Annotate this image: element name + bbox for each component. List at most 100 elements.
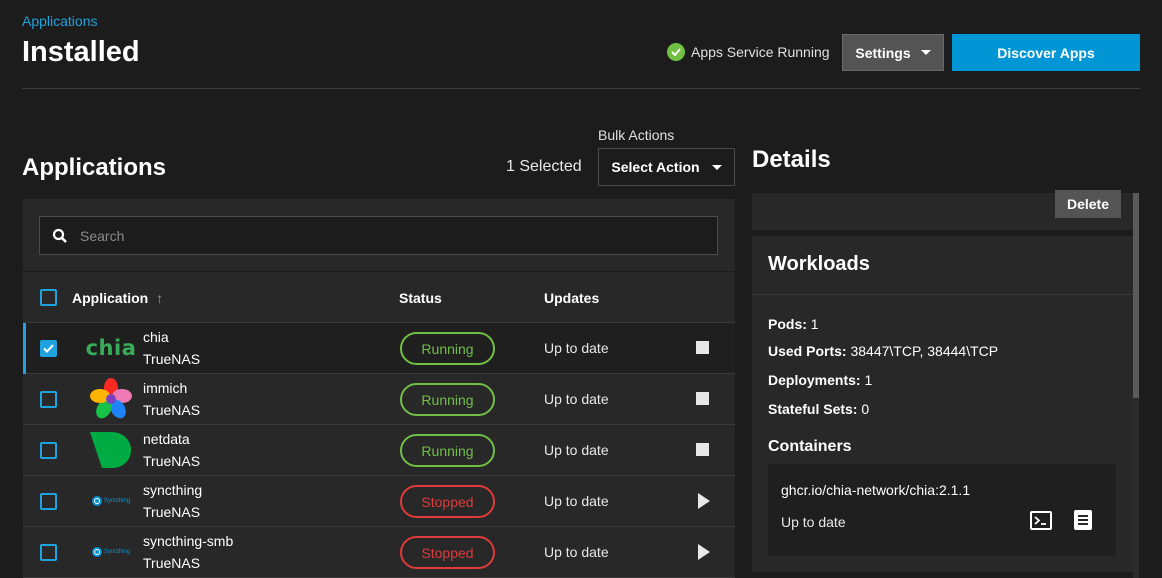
play-icon bbox=[698, 544, 710, 560]
settings-button-label: Settings bbox=[855, 44, 911, 61]
column-application-label: Application bbox=[72, 290, 149, 306]
status-badge: Stopped bbox=[400, 485, 495, 518]
column-header-application[interactable]: Application ↑ bbox=[72, 290, 163, 306]
select-action-label: Select Action bbox=[611, 159, 700, 175]
workloads-divider bbox=[752, 294, 1133, 295]
select-action-dropdown[interactable]: Select Action bbox=[598, 148, 735, 186]
header-divider bbox=[22, 88, 1140, 89]
used-ports-label: Used Ports: bbox=[768, 343, 847, 359]
row-checkbox[interactable] bbox=[40, 391, 57, 408]
table-row[interactable]: chia chia TrueNAS Running Up to date bbox=[23, 323, 735, 374]
container-update-status: Up to date bbox=[781, 514, 846, 530]
pods-row: Pods: 1 bbox=[768, 316, 819, 332]
play-icon bbox=[698, 493, 710, 509]
sort-arrow-up-icon: ↑ bbox=[156, 290, 164, 306]
container-item: ghcr.io/chia-network/chia:2.1.1 Up to da… bbox=[768, 464, 1116, 556]
app-train: TrueNAS bbox=[143, 504, 201, 520]
bulk-actions-label: Bulk Actions bbox=[598, 127, 675, 143]
containers-title: Containers bbox=[768, 438, 852, 455]
row-checkbox[interactable] bbox=[40, 544, 57, 561]
update-status: Up to date bbox=[544, 391, 609, 407]
syncthing-logo-text: Syncthing bbox=[103, 498, 131, 504]
stop-button[interactable] bbox=[696, 341, 709, 354]
search-icon bbox=[52, 228, 67, 243]
update-status: Up to date bbox=[544, 493, 609, 509]
stop-button[interactable] bbox=[696, 392, 709, 405]
apps-service-status: Apps Service Running bbox=[667, 43, 830, 61]
app-name: netdata bbox=[143, 431, 190, 447]
table-row[interactable]: immich TrueNAS Running Up to date bbox=[23, 374, 735, 425]
app-train: TrueNAS bbox=[143, 453, 201, 469]
chia-logo-text: chia bbox=[85, 336, 137, 360]
syncthing-logo-text: Syncthing bbox=[103, 549, 131, 555]
update-status: Up to date bbox=[544, 340, 609, 356]
update-status: Up to date bbox=[544, 442, 609, 458]
check-circle-icon bbox=[667, 43, 685, 61]
app-train: TrueNAS bbox=[143, 351, 201, 367]
deployments-value: 1 bbox=[864, 372, 873, 388]
stateful-sets-value: 0 bbox=[861, 401, 870, 417]
syncthing-logo: Syncthing bbox=[89, 532, 133, 572]
column-header-updates[interactable]: Updates bbox=[544, 290, 599, 306]
row-checkbox[interactable] bbox=[40, 442, 57, 459]
row-checkbox[interactable] bbox=[40, 340, 57, 357]
syncthing-logo: Syncthing bbox=[89, 481, 133, 521]
status-badge: Running bbox=[400, 434, 495, 467]
selected-count: 1 Selected bbox=[506, 158, 582, 175]
status-badge: Running bbox=[400, 383, 495, 416]
table-row[interactable]: Syncthing syncthing-smb TrueNAS Stopped … bbox=[23, 527, 735, 578]
caret-down-icon bbox=[920, 50, 931, 55]
stateful-sets-label: Stateful Sets: bbox=[768, 401, 858, 417]
shell-icon[interactable] bbox=[1030, 511, 1052, 530]
container-image: ghcr.io/chia-network/chia:2.1.1 bbox=[781, 482, 971, 498]
workloads-card: Workloads Pods: 1 Used Ports: 38447\TCP,… bbox=[752, 236, 1133, 572]
stop-button[interactable] bbox=[696, 443, 709, 456]
apps-service-status-label: Apps Service Running bbox=[691, 44, 830, 60]
page-title: Installed bbox=[22, 36, 140, 68]
workloads-title: Workloads bbox=[768, 253, 870, 275]
start-button[interactable] bbox=[698, 544, 710, 560]
table-header: Application ↑ Status Updates bbox=[23, 272, 735, 323]
app-train: TrueNAS bbox=[143, 402, 201, 418]
select-all-checkbox[interactable] bbox=[40, 289, 57, 306]
applications-heading: Applications bbox=[22, 154, 167, 181]
app-name: immich bbox=[143, 380, 188, 396]
stateful-sets-row: Stateful Sets: 0 bbox=[768, 401, 869, 417]
breadcrumb[interactable]: Applications bbox=[22, 13, 98, 29]
stop-icon bbox=[696, 443, 709, 456]
settings-button[interactable]: Settings bbox=[842, 34, 944, 71]
table-row[interactable]: Syncthing syncthing TrueNAS Stopped Up t… bbox=[23, 476, 735, 527]
applications-table: Application ↑ Status Updates chia chia T… bbox=[23, 272, 735, 578]
table-row[interactable]: netdata TrueNAS Running Up to date bbox=[23, 425, 735, 476]
app-name: syncthing bbox=[143, 482, 203, 498]
update-status: Up to date bbox=[544, 544, 609, 560]
used-ports-value: 38447\TCP, 38444\TCP bbox=[850, 343, 999, 359]
netdata-logo bbox=[89, 430, 133, 470]
caret-down-icon bbox=[711, 164, 722, 170]
app-train: TrueNAS bbox=[143, 555, 201, 571]
search-panel bbox=[23, 199, 735, 271]
discover-apps-button[interactable]: Discover Apps bbox=[952, 34, 1140, 71]
search-input[interactable] bbox=[80, 227, 680, 244]
chia-logo: chia bbox=[86, 328, 136, 368]
status-badge: Stopped bbox=[400, 536, 495, 569]
used-ports-row: Used Ports: 38447\TCP, 38444\TCP bbox=[768, 343, 998, 359]
deployments-row: Deployments: 1 bbox=[768, 372, 872, 388]
status-badge: Running bbox=[400, 332, 495, 365]
search-box[interactable] bbox=[39, 216, 718, 255]
details-actions-card: Delete bbox=[752, 190, 1133, 230]
app-name: syncthing-smb bbox=[143, 533, 234, 549]
stop-icon bbox=[696, 392, 709, 405]
details-heading: Details bbox=[752, 146, 831, 173]
column-header-status[interactable]: Status bbox=[399, 290, 442, 306]
row-checkbox[interactable] bbox=[40, 493, 57, 510]
deployments-label: Deployments: bbox=[768, 372, 861, 388]
app-name: chia bbox=[143, 329, 169, 345]
immich-logo bbox=[89, 378, 133, 419]
details-scrollbar-thumb[interactable] bbox=[1133, 193, 1139, 398]
pods-value: 1 bbox=[810, 316, 819, 332]
delete-button[interactable]: Delete bbox=[1055, 190, 1121, 218]
logs-icon[interactable] bbox=[1074, 510, 1092, 530]
stop-icon bbox=[696, 341, 709, 354]
start-button[interactable] bbox=[698, 493, 710, 509]
